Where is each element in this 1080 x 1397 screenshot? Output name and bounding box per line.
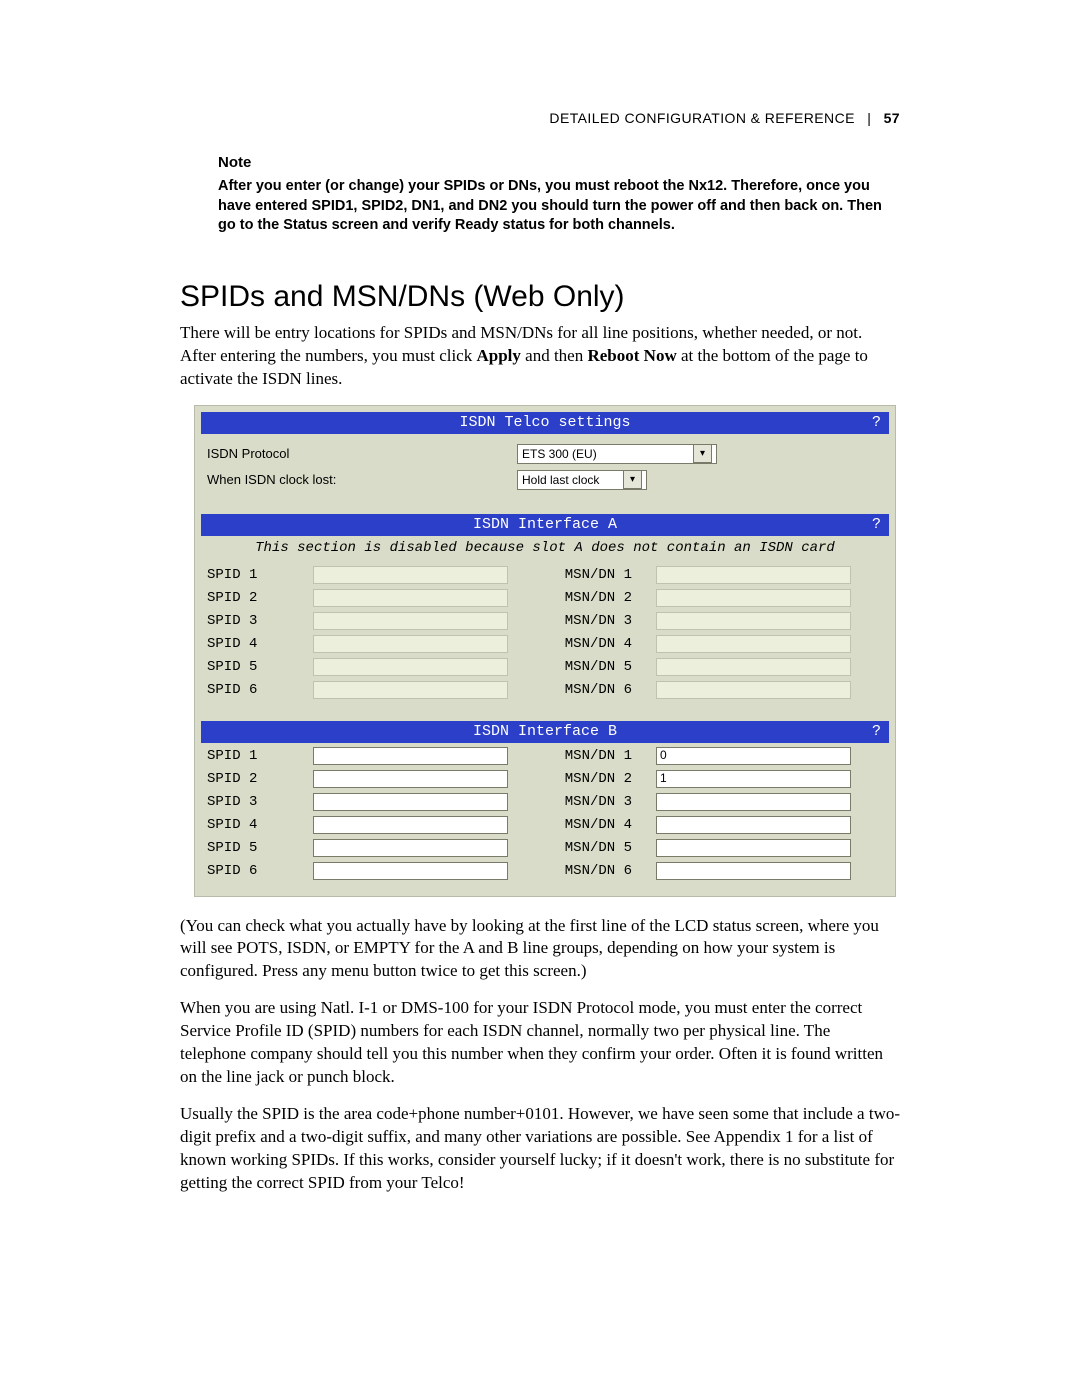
intro-paragraph: There will be entry locations for SPIDs … xyxy=(180,322,900,391)
msn-dn-input xyxy=(656,589,851,607)
spid-label: SPID 2 xyxy=(207,771,289,787)
msn-dn-label: MSN/DN 6 xyxy=(532,863,632,879)
isdn-protocol-label: ISDN Protocol xyxy=(207,446,517,461)
spid-label: SPID 5 xyxy=(207,840,289,856)
spid-input[interactable] xyxy=(313,770,508,788)
isdn-protocol-value: ETS 300 (EU) xyxy=(522,445,597,463)
ifa-bar-title: ISDN Interface A xyxy=(473,516,617,533)
spid-input[interactable] xyxy=(313,816,508,834)
interface-b-grid: SPID 1 MSN/DN 1 0 SPID 2 MSN/DN 2 1 SPID 3 MSN/… xyxy=(195,743,895,896)
spid-paragraph-2: Usually the SPID is the area code+phone … xyxy=(180,1103,900,1195)
ifb-bar-title: ISDN Interface B xyxy=(473,723,617,740)
msn-dn-input[interactable] xyxy=(656,862,851,880)
intro-apply: Apply xyxy=(476,346,520,365)
msn-dn-label: MSN/DN 5 xyxy=(532,659,632,675)
spid-input xyxy=(313,681,508,699)
help-icon[interactable]: ? xyxy=(872,514,881,536)
interface-a-grid: SPID 1 MSN/DN 1 SPID 2 MSN/DN 2 SPID 3 MSN/DN… xyxy=(195,562,895,715)
lcd-check-paragraph: (You can check what you actually have by… xyxy=(180,915,900,984)
spid-input xyxy=(313,658,508,676)
header-sep: | xyxy=(867,110,871,126)
msn-dn-input[interactable] xyxy=(656,816,851,834)
isdn-protocol-select[interactable]: ETS 300 (EU) ▾ xyxy=(517,444,717,464)
msn-dn-label: MSN/DN 4 xyxy=(532,817,632,833)
clock-lost-value: Hold last clock xyxy=(522,471,599,489)
msn-dn-input[interactable] xyxy=(656,793,851,811)
spid-label: SPID 2 xyxy=(207,590,289,606)
isdn-settings-panel: ISDN Telco settings ? ISDN Protocol ETS … xyxy=(194,405,896,897)
spid-input xyxy=(313,635,508,653)
spid-input xyxy=(313,566,508,584)
spid-label: SPID 3 xyxy=(207,794,289,810)
spid-label: SPID 3 xyxy=(207,613,289,629)
help-icon[interactable]: ? xyxy=(872,412,881,434)
intro-reboot: Reboot Now xyxy=(587,346,676,365)
msn-dn-input xyxy=(656,612,851,630)
header-title: DETAILED CONFIGURATION & REFERENCE xyxy=(549,110,854,126)
msn-dn-input xyxy=(656,635,851,653)
note-body: After you enter (or change) your SPIDs o… xyxy=(218,177,900,236)
running-header: DETAILED CONFIGURATION & REFERENCE | 57 xyxy=(180,110,900,126)
interface-b-bar: ISDN Interface B ? xyxy=(201,721,889,743)
msn-dn-label: MSN/DN 2 xyxy=(532,590,632,606)
msn-dn-input xyxy=(656,658,851,676)
spid-paragraph-1: When you are using Natl. I-1 or DMS-100 … xyxy=(180,997,900,1089)
spid-label: SPID 4 xyxy=(207,817,289,833)
spid-label: SPID 4 xyxy=(207,636,289,652)
help-icon[interactable]: ? xyxy=(872,721,881,743)
spid-label: SPID 5 xyxy=(207,659,289,675)
msn-dn-input xyxy=(656,681,851,699)
spid-input[interactable] xyxy=(313,747,508,765)
spid-label: SPID 1 xyxy=(207,567,289,583)
spid-input xyxy=(313,612,508,630)
chevron-down-icon: ▾ xyxy=(623,470,642,489)
msn-dn-label: MSN/DN 3 xyxy=(532,794,632,810)
page-number: 57 xyxy=(884,110,900,126)
spid-input[interactable] xyxy=(313,793,508,811)
interface-a-bar: ISDN Interface A ? xyxy=(201,514,889,536)
spid-label: SPID 1 xyxy=(207,748,289,764)
clock-lost-label: When ISDN clock lost: xyxy=(207,472,517,487)
spid-input[interactable] xyxy=(313,839,508,857)
note-block: Note After you enter (or change) your SP… xyxy=(180,154,900,236)
msn-dn-label: MSN/DN 3 xyxy=(532,613,632,629)
intro-mid: and then xyxy=(521,346,588,365)
telco-bar-title: ISDN Telco settings xyxy=(459,414,630,431)
msn-dn-label: MSN/DN 4 xyxy=(532,636,632,652)
msn-dn-label: MSN/DN 6 xyxy=(532,682,632,698)
spid-label: SPID 6 xyxy=(207,682,289,698)
msn-dn-label: MSN/DN 1 xyxy=(532,567,632,583)
section-heading: SPIDs and MSN/DNs (Web Only) xyxy=(180,280,900,314)
msn-dn-label: MSN/DN 2 xyxy=(532,771,632,787)
clock-lost-select[interactable]: Hold last clock ▾ xyxy=(517,470,647,490)
telco-settings-bar: ISDN Telco settings ? xyxy=(201,412,889,434)
ifa-disabled-message: This section is disabled because slot A … xyxy=(195,536,895,562)
msn-dn-input xyxy=(656,566,851,584)
msn-dn-label: MSN/DN 1 xyxy=(532,748,632,764)
msn-dn-input[interactable]: 0 xyxy=(656,747,851,765)
note-label: Note xyxy=(218,154,900,171)
spid-input[interactable] xyxy=(313,862,508,880)
msn-dn-input[interactable]: 1 xyxy=(656,770,851,788)
msn-dn-label: MSN/DN 5 xyxy=(532,840,632,856)
spid-label: SPID 6 xyxy=(207,863,289,879)
msn-dn-input[interactable] xyxy=(656,839,851,857)
chevron-down-icon: ▾ xyxy=(693,444,712,463)
spid-input xyxy=(313,589,508,607)
